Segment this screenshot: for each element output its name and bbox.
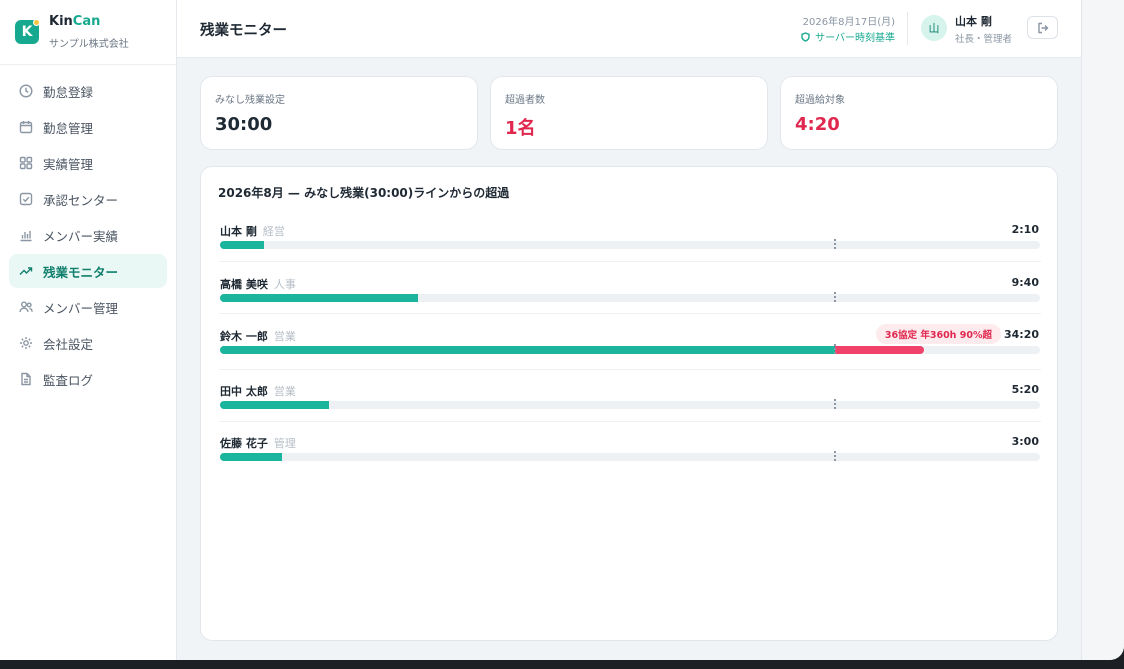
stat-card-exceeded-count: 超過者数 1名 [490,76,768,150]
employee-dept: 営業 [273,330,296,343]
calendar-icon [19,120,33,134]
row-divider [219,313,1041,314]
sidebar-item-audit-log[interactable]: 監査ログ [9,362,167,396]
trend-up-icon [19,264,33,278]
overtime-bar-track [220,344,1040,356]
threshold-marker [834,344,836,356]
overtime-bar-fill [220,453,282,461]
overtime-bar-fill [220,346,835,354]
panel-title: 2026年8月 — みなし残業(30:00)ラインからの超過 [218,186,510,200]
sidebar-item-overtime-monitor[interactable]: 残業モニター [9,254,167,288]
row-divider [219,421,1041,422]
company-name: サンプル株式会社 [49,39,129,50]
employee-dept: 人事 [273,278,296,291]
overtime-value: 34:20 [1003,328,1039,341]
shield-icon [801,31,810,42]
sidebar-nav: 勤怠登録 勤怠管理 実績管理 承認センター メンバー実績 残業モニター メンバー… [0,65,176,396]
check-square-icon [19,192,33,206]
employee-name: 鈴木 一郎 [220,330,268,343]
header-divider [907,12,908,45]
employee-name: 田中 太郎 [220,385,268,398]
brand: K KinCan サンプル株式会社 [0,0,176,65]
employee-name: 山本 剛 [220,225,257,238]
overtime-bar-track [220,399,1040,411]
page-title: 残業モニター [200,23,287,39]
sidebar-item-approval-center[interactable]: 承認センター [9,182,167,216]
overtime-value: 9:40 [1011,276,1039,289]
app-logo: K [15,19,40,44]
bar-chart-icon [19,228,33,242]
overtime-value: 3:00 [1011,435,1039,448]
sidebar-item-member-management[interactable]: メンバー管理 [9,290,167,324]
threshold-marker [834,451,836,463]
gear-icon [19,336,33,350]
user-role: 社長・管理者 [955,34,1013,45]
overtime-bar-track [220,292,1040,304]
stat-value: 4:20 [795,114,840,135]
sidebar-item-company-settings[interactable]: 会社設定 [9,326,167,360]
overtime-bar-track [220,239,1040,251]
stat-card-deemed-overtime: みなし残業設定 30:00 [200,76,478,150]
overtime-value: 5:20 [1011,383,1039,396]
sidebar-item-attendance-management[interactable]: 勤怠管理 [9,110,167,144]
employee-name: 高橋 美咲 [220,278,268,291]
server-time-note: サーバー時刻基準 [801,29,895,44]
overtime-value: 2:10 [1011,223,1039,236]
logout-button[interactable] [1027,16,1058,39]
overtime-bar-track [220,451,1040,463]
users-icon [19,300,33,314]
row-divider [219,369,1041,370]
excess-bar-fill [835,346,924,354]
employee-dept: 営業 [273,385,296,398]
top-header: 残業モニター 2026年8月17日(月) サーバー時刻基準 山 山本 剛 社長・… [177,0,1081,58]
current-date: 2026年8月17日(月) [802,17,895,28]
sidebar-item-results-management[interactable]: 実績管理 [9,146,167,180]
app-name: KinCan [49,14,101,29]
clock-icon [19,84,33,98]
overtime-panel: 2026年8月 — みなし残業(30:00)ラインからの超過 山本 剛経営 2:… [200,166,1058,641]
employee-name: 佐藤 花子 [220,437,268,450]
sidebar-item-member-results[interactable]: メンバー実績 [9,218,167,252]
employee-dept: 管理 [273,437,296,450]
row-divider [219,261,1041,262]
grid-icon [19,156,33,170]
stat-value: 30:00 [215,114,273,135]
sidebar-item-attendance-entry[interactable]: 勤怠登録 [9,74,167,108]
stat-value: 1名 [505,118,536,139]
avatar[interactable]: 山 [921,15,947,41]
threshold-marker [834,239,836,251]
window-edge [1081,0,1124,660]
logout-icon [1037,22,1048,33]
threshold-marker [834,399,836,411]
app-window: K KinCan サンプル株式会社 勤怠登録 勤怠管理 実績管理 承認センター [0,0,1124,660]
overtime-bar-fill [220,241,264,249]
employee-dept: 経営 [262,225,285,238]
overtime-bar-fill [220,294,418,302]
overtime-bar-fill [220,401,329,409]
status-badge: 36協定 年360h 90%超 [875,324,1001,344]
threshold-marker [834,292,836,304]
document-icon [19,372,33,386]
sidebar: K KinCan サンプル株式会社 勤怠登録 勤怠管理 実績管理 承認センター [0,0,177,660]
user-name: 山本 剛 [955,15,992,28]
stat-card-excess-pay: 超過給対象 4:20 [780,76,1058,150]
